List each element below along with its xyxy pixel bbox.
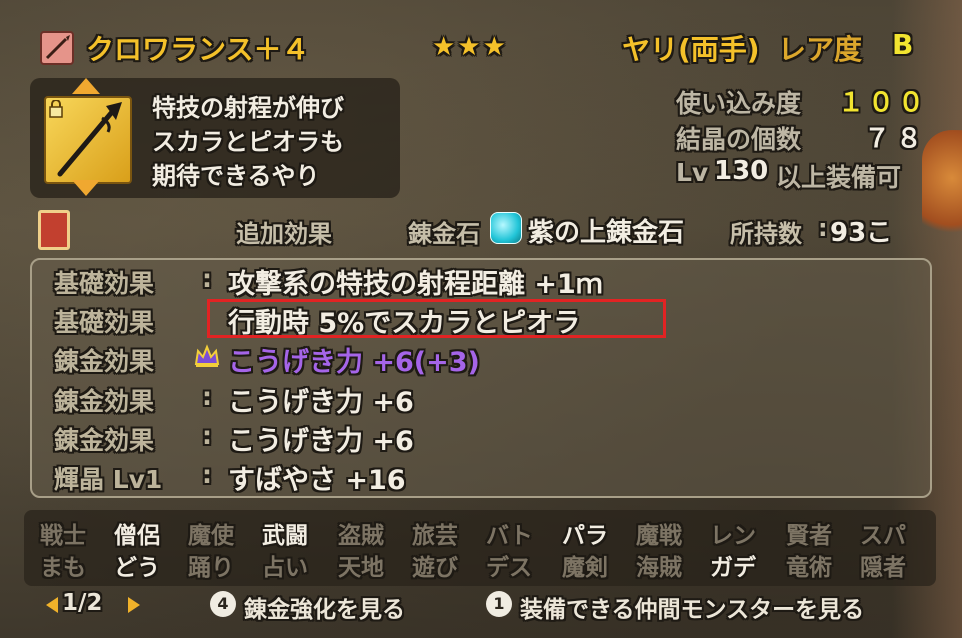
button-4-icon[interactable]: 4 <box>210 591 236 617</box>
job-bottom-item: ガデ <box>710 555 756 581</box>
view-alchemy-enhance-button[interactable]: 錬金強化を見る <box>244 590 405 624</box>
alchemy-stone-name: 紫の上錬金石 <box>528 218 685 248</box>
view-monster-companions-button[interactable]: 装備できる仲間モンスターを見る <box>520 590 864 624</box>
page-indicator: 1/2 <box>62 590 103 616</box>
effect-label: 錬金効果 <box>54 387 155 416</box>
rarity-value: B <box>892 28 914 61</box>
description-line: 期待できるやり <box>152 162 320 190</box>
job-bottom-item: 占い <box>262 555 308 581</box>
effect-label: 基礎効果 <box>54 308 155 337</box>
effect-text: こうげき力 +6 <box>228 387 414 418</box>
description-line: 特技の射程が伸び <box>152 94 344 122</box>
rarity-stars: ★★★ <box>432 32 508 62</box>
effect-label: 錬金効果 <box>54 426 155 455</box>
usage-value: １００ <box>838 88 929 118</box>
book-icon[interactable] <box>38 210 70 250</box>
job-top-item: スパ <box>860 523 906 549</box>
effect-colon: : <box>202 382 212 411</box>
effect-text: こうげき力 +6 <box>228 426 414 457</box>
job-top-item: 魔戦 <box>636 523 682 549</box>
crystal-count-label: 結晶の個数 <box>676 125 802 154</box>
effect-text: こうげき力 +6(+3) <box>228 347 480 378</box>
page-next-icon[interactable] <box>128 597 140 613</box>
alchemy-stone-icon <box>490 212 522 244</box>
effect-colon: : <box>202 264 212 293</box>
previous-item-arrow[interactable] <box>72 78 100 94</box>
job-top-item: 魔使 <box>188 523 234 549</box>
effect-label: 基礎効果 <box>54 269 155 298</box>
additional-effects-label: 追加効果 <box>236 220 332 248</box>
job-top-item: バト <box>486 523 533 549</box>
level-suffix: 以上装備可 <box>776 163 902 192</box>
effect-text: すばやさ +16 <box>228 465 406 496</box>
owned-count-label: 所持数 <box>730 220 802 248</box>
level-value: 130 <box>714 156 769 186</box>
level-prefix: Lv <box>676 158 709 187</box>
effect-text: 攻撃系の特技の射程距離 +1ｍ <box>228 269 603 300</box>
spear-category-icon <box>40 31 74 65</box>
crystal-count-value: ７８ <box>864 124 929 154</box>
job-bottom-item: どう <box>114 555 160 581</box>
owned-count-value: 93こ <box>830 218 893 248</box>
job-bottom-item: 隠者 <box>860 555 906 581</box>
job-bottom-item: まも <box>40 555 86 581</box>
weapon-type: ヤリ(両手) <box>622 33 760 66</box>
job-bottom-item: デス <box>486 555 532 581</box>
job-bottom-item: 天地 <box>338 555 384 581</box>
job-bottom-item: 海賊 <box>636 555 682 581</box>
description-line: スカラとピオラも <box>152 128 344 156</box>
job-bottom-item: 遊び <box>412 555 458 581</box>
usage-label: 使い込み度 <box>676 89 802 118</box>
job-bottom-item: 魔剣 <box>562 555 608 581</box>
alchemy-stone-label: 錬金石 <box>408 220 480 248</box>
job-bottom-item: 竜術 <box>786 555 832 581</box>
highlight-box <box>207 299 666 338</box>
effect-label: 輝晶 Lv1 <box>54 465 163 494</box>
item-name: クロワランス＋４ <box>86 33 310 66</box>
effect-colon: : <box>202 421 212 450</box>
job-top-item: パラ <box>562 523 608 549</box>
job-top-item: 僧侶 <box>114 523 160 549</box>
page-prev-icon[interactable] <box>46 597 58 613</box>
job-bottom-item: 踊り <box>188 555 234 581</box>
effect-label: 錬金効果 <box>54 347 155 376</box>
owned-count-colon: : <box>818 214 828 242</box>
job-top-item: 賢者 <box>786 523 832 549</box>
button-1-icon[interactable]: 1 <box>486 591 512 617</box>
job-top-item: 戦士 <box>40 523 86 549</box>
job-top-item: 旅芸 <box>412 523 458 549</box>
job-top-item: 武闘 <box>262 523 308 549</box>
crown-icon <box>193 342 221 370</box>
rarity-label: レア度 <box>778 33 863 66</box>
lock-icon <box>48 99 66 118</box>
job-top-item: 盗賊 <box>338 523 384 549</box>
job-top-item: レン <box>710 523 756 549</box>
effect-colon: : <box>202 460 212 489</box>
next-item-arrow[interactable] <box>72 180 100 196</box>
